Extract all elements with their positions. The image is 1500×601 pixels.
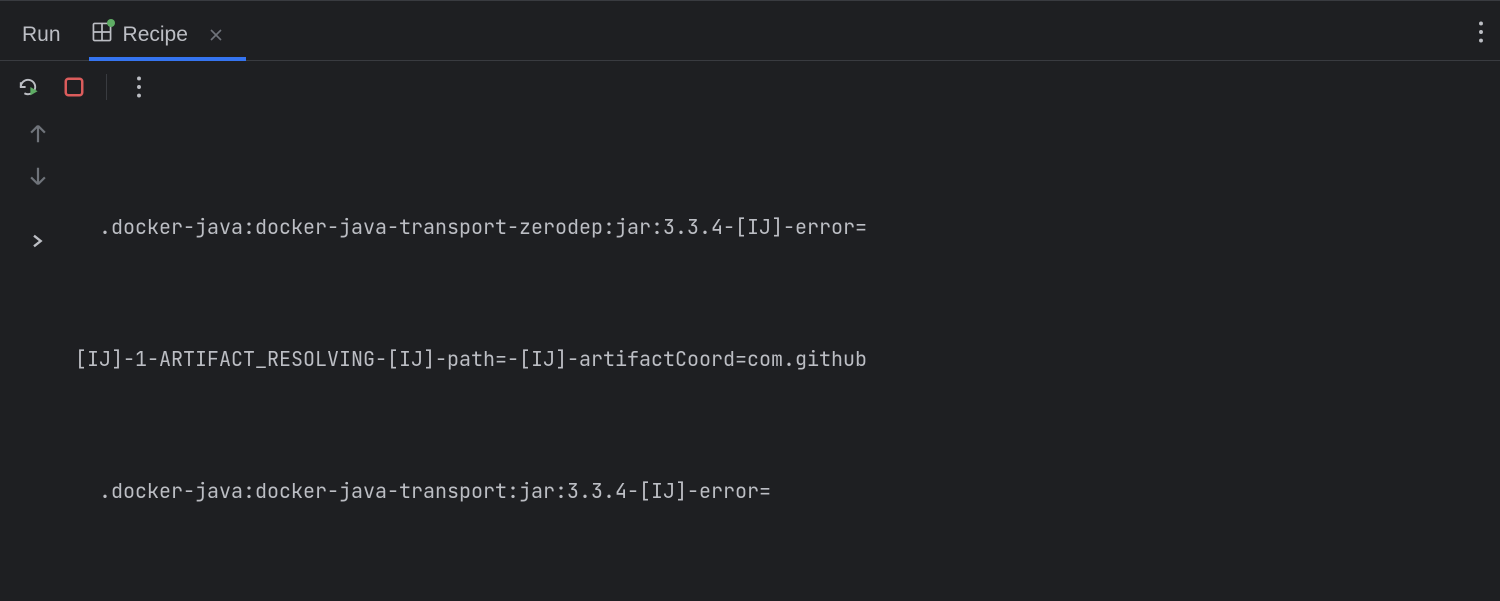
expand-chevron-icon[interactable] [30, 207, 46, 249]
tab-label: Recipe [123, 23, 188, 47]
scroll-up-icon[interactable] [27, 123, 49, 145]
panel-title[interactable]: Run [22, 23, 61, 47]
rerun-button[interactable] [14, 73, 42, 101]
run-tab-recipe[interactable]: Recipe [91, 9, 236, 60]
running-indicator-dot [107, 19, 115, 27]
more-actions-icon[interactable] [125, 73, 153, 101]
panel-toolbar [0, 61, 1500, 113]
output-area: .docker-java:docker-java-transport-zerod… [0, 113, 1500, 601]
close-tab-icon[interactable] [204, 23, 228, 47]
output-line: .docker-java:docker-java-transport:jar:3… [75, 469, 1500, 513]
recipe-tab-icon [91, 21, 113, 49]
output-line: [IJ]-1-ARTIFACT_RESOLVING-[IJ]-path=-[IJ… [75, 337, 1500, 381]
console-output[interactable]: .docker-java:docker-java-transport-zerod… [75, 113, 1500, 601]
scroll-down-icon[interactable] [27, 165, 49, 187]
output-gutter [0, 113, 75, 601]
toolbar-separator [106, 74, 107, 100]
panel-more-icon[interactable] [1478, 21, 1484, 49]
run-panel: Run Recipe [0, 0, 1500, 601]
output-line: .docker-java:docker-java-transport-zerod… [75, 205, 1500, 249]
tab-underline [89, 57, 246, 61]
stop-button[interactable] [60, 73, 88, 101]
panel-header: Run Recipe [0, 1, 1500, 61]
tab-bar: Recipe [91, 9, 236, 60]
